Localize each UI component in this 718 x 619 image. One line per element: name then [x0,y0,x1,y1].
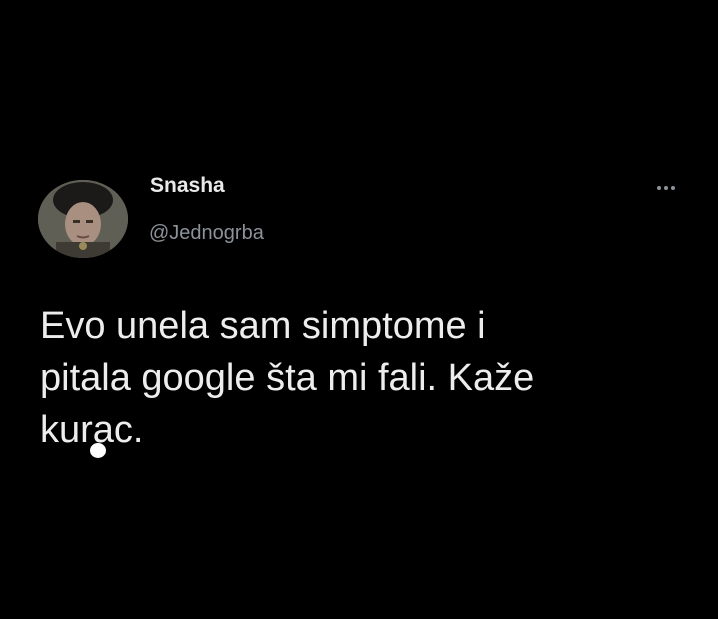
more-icon-dot [657,186,661,190]
more-icon-dot [671,186,675,190]
tweet-text-line: pitala google šta mi fali. Kaže [40,357,535,399]
user-handle[interactable]: @Jednogrba [149,222,264,245]
display-name[interactable]: Snasha [150,174,225,198]
tweet-card: Snasha @Jednogrba Evo unela sam simptome… [0,0,718,619]
more-options-button[interactable] [650,180,682,196]
tweet-text-line: Evo unela sam simptome i [40,305,486,347]
avatar[interactable] [38,180,128,258]
tweet-text: Evo unela sam simptome i pitala google š… [40,300,700,456]
censor-dot [90,443,106,458]
more-icon-dot [664,186,668,190]
tweet-text-line: kurac. [40,409,144,451]
avatar-image [38,180,128,258]
